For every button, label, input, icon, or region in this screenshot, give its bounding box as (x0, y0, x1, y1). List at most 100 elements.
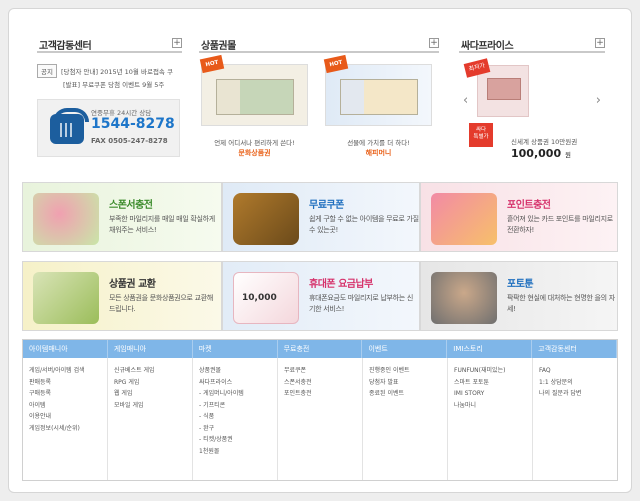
exchange-illustration (33, 272, 99, 324)
sitemap-link[interactable]: 싸다프라이스 (199, 377, 277, 389)
sitemap-link[interactable]: 진행중인 이벤트 (369, 365, 447, 377)
sitemap-header-imi-story[interactable]: IMI스토리 (447, 340, 533, 358)
special-tag-line2: 특별가 (473, 134, 489, 140)
sitemap-link[interactable]: - 게임머니/아이템 (199, 388, 277, 400)
sitemap-link[interactable]: 판매등록 (29, 377, 107, 389)
sitemap-link[interactable]: IMI STORY (454, 388, 532, 400)
sitemap-link[interactable]: RPG 게임 (114, 377, 192, 389)
sitemap-header-event[interactable]: 이벤트 (362, 340, 448, 358)
ticket-graphic (216, 79, 294, 115)
sitemap-link[interactable]: 모바일 게임 (114, 400, 192, 412)
special-price-tag: 싸다 특별가 (469, 123, 493, 147)
sitemap-link[interactable]: FUNFUN(재미있는) (454, 365, 532, 377)
banner-desc: 부족한 마일리지를 매일 매일 확실하게 채워주는 서비스! (109, 215, 215, 234)
sitemap-column: 신규베스트 게임 RPG 게임 웹 게임 모바일 게임 (108, 358, 193, 480)
gift-card-name[interactable]: 문화상품권 (201, 148, 308, 158)
ssada-price-slider: ‹ › 최저가 싸다 특별가 신세계 상품권 10만원권 100,000 원 (459, 57, 605, 161)
sitemap-column: FUNFUN(재미있는) 스마트 포토툰 IMI STORY 나눔마니 (448, 358, 533, 480)
ssada-price-title: 싸다프라이스 (461, 41, 514, 52)
notice-item[interactable]: [발표] 무료쿠폰 당첨 이벤트 9월 5주 (63, 79, 164, 89)
notice-badge: 공지 (37, 64, 57, 78)
phone-bill-illustration: 10,000 (233, 272, 299, 324)
notice-row[interactable]: 공지 [당첨자 안내] 2015년 10월 바로접속 쿠 (37, 64, 173, 78)
sitemap-link[interactable]: 포인트충전 (284, 388, 362, 400)
gift-card-desc: 언제 어디서나 편리하게 쓴다! (214, 139, 295, 147)
more-plus-icon[interactable]: + (429, 38, 439, 48)
sitemap-column: FAQ 1:1 상담문의 나의 질문과 답변 (533, 358, 617, 480)
product-name[interactable]: 신세계 상품권 10만원권 (511, 136, 577, 146)
sitemap-link[interactable]: 상품권몰 (199, 365, 277, 377)
gift-card-desc: 선물에 가치를 더 하다! (347, 139, 410, 147)
price-unit: 원 (564, 151, 571, 159)
sitemap-link[interactable]: 스폰서충전 (284, 377, 362, 389)
price-value: 100,000 (511, 147, 562, 160)
sitemap: 아이템매니아 게임매니아 마켓 무료충전 이벤트 IMI스토리 고객감동센터 게… (22, 339, 618, 481)
telephone-icon (50, 108, 89, 144)
sitemap-link[interactable]: 당첨자 발표 (369, 377, 447, 389)
gift-card-item[interactable]: HOT 언제 어디서나 편리하게 쓴다! 문화상품권 (199, 54, 308, 161)
more-plus-icon[interactable]: + (172, 38, 182, 48)
ticket-graphic (340, 79, 418, 115)
panel-header: 고객감동센터 + (37, 35, 182, 53)
phototoon-banner[interactable]: 포토툰 팍팍한 현실에 대처하는 현명한 을의 자세! (420, 261, 618, 331)
sitemap-column: 진행중인 이벤트 당첨자 발표 종료된 이벤트 (363, 358, 448, 480)
sitemap-header-free-charge[interactable]: 무료충전 (278, 340, 363, 358)
happymoney-card-image[interactable] (325, 64, 432, 126)
banner-desc: 쉽게 구할 수 없는 아이템을 무료로 가질수 있는곳! (309, 215, 419, 234)
sitemap-link[interactable]: 종료된 이벤트 (369, 388, 447, 400)
customer-center-panel: 고객감동센터 + 공지 [당첨자 안내] 2015년 10월 바로접속 쿠 [발… (37, 35, 182, 167)
sitemap-link[interactable]: 나눔마니 (454, 400, 532, 412)
sitemap-link[interactable]: 구매등록 (29, 388, 107, 400)
gift-card-exchange-banner[interactable]: 상품권 교환 모든 상품권을 문화상품권으로 교환해드립니다. (22, 261, 222, 331)
sitemap-link[interactable]: 나의 질문과 답변 (539, 388, 617, 400)
banner-desc: 휴대폰요금도 마일리지로 납부하는 신기한 서비스! (309, 294, 414, 313)
sitemap-link[interactable]: 웹 게임 (114, 388, 192, 400)
sitemap-link[interactable]: 게임정보(시세/순위) (29, 423, 107, 435)
banner-title: 포토툰 (507, 279, 534, 290)
sitemap-link[interactable]: - 기프티콘 (199, 400, 277, 412)
product-price: 100,000 원 (511, 147, 571, 160)
special-tag-line1: 싸다 (475, 127, 487, 133)
main-frame: 고객감동센터 + 공지 [당첨자 안내] 2015년 10월 바로접속 쿠 [발… (8, 8, 632, 493)
sitemap-link[interactable]: 아이템 (29, 400, 107, 412)
sitemap-link[interactable]: 1천원몰 (199, 446, 277, 458)
sitemap-link[interactable]: 스마트 포토툰 (454, 377, 532, 389)
sitemap-header-market[interactable]: 마켓 (193, 340, 278, 358)
banner-title: 포인트충전 (507, 200, 551, 211)
banner-title: 휴대폰 요금납부 (309, 279, 373, 290)
point-charge-banner[interactable]: 포인트충전 흩어져 있는 카드 포인트를 마일리지로 전환하자! (420, 182, 618, 252)
sitemap-link[interactable]: 게임/서버/아이템 검색 (29, 365, 107, 377)
credit-card-illustration (431, 193, 497, 245)
sitemap-link[interactable]: 신규베스트 게임 (114, 365, 192, 377)
chevron-right-icon[interactable]: › (596, 93, 601, 108)
banner-desc: 흩어져 있는 카드 포인트를 마일리지로 전환하자! (507, 215, 613, 234)
sitemap-link[interactable]: - 완구 (199, 423, 277, 435)
more-plus-icon[interactable]: + (595, 38, 605, 48)
sitemap-header-customer-center[interactable]: 고객감동센터 (532, 340, 618, 358)
sitemap-link[interactable]: - 티켓/상품권 (199, 434, 277, 446)
phone-bill-banner[interactable]: 10,000 휴대폰 요금납부 휴대폰요금도 마일리지로 납부하는 신기한 서비… (222, 261, 420, 331)
sponsor-charge-banner[interactable]: 스폰서충전 부족한 마일리지를 매일 매일 확실하게 채워주는 서비스! (22, 182, 222, 252)
chevron-left-icon[interactable]: ‹ (463, 93, 468, 108)
sitemap-link[interactable]: 무료쿠폰 (284, 365, 362, 377)
sitemap-column: 상품권몰 싸다프라이스 - 게임머니/아이템 - 기프티콘 - 식품 - 완구 … (193, 358, 278, 480)
sitemap-header-gamemania[interactable]: 게임매니아 (108, 340, 193, 358)
sitemap-link[interactable]: 이용안내 (29, 411, 107, 423)
culture-gift-card-image[interactable] (201, 64, 308, 126)
sitemap-link[interactable]: 1:1 상담문의 (539, 377, 617, 389)
bill-amount: 10,000 (242, 293, 277, 303)
sitemap-column: 게임/서버/아이템 검색 판매등록 구매등록 아이템 이용안내 게임정보(시세/… (23, 358, 108, 480)
sitemap-link[interactable]: - 식품 (199, 411, 277, 423)
sitemap-header-itemmania[interactable]: 아이템매니아 (23, 340, 108, 358)
gift-card-item[interactable]: HOT 선물에 가치를 더 하다! 해피머니 (323, 54, 432, 161)
banner-title: 상품권 교환 (109, 279, 156, 290)
sitemap-header: 아이템매니아 게임매니아 마켓 무료충전 이벤트 IMI스토리 고객감동센터 (23, 340, 618, 358)
banner-title: 스폰서충전 (109, 200, 153, 211)
gift-card-name[interactable]: 해피머니 (325, 148, 432, 158)
notice-item[interactable]: [당첨자 안내] 2015년 10월 바로접속 쿠 (61, 66, 173, 76)
sitemap-link[interactable]: FAQ (539, 365, 617, 377)
phototoon-illustration (431, 272, 497, 324)
free-coupon-banner[interactable]: 무료쿠폰 쉽게 구할 수 없는 아이템을 무료로 가질수 있는곳! (222, 182, 420, 252)
treasure-chest-illustration (233, 193, 299, 245)
panel-header: 상품권몰 + (199, 35, 439, 53)
